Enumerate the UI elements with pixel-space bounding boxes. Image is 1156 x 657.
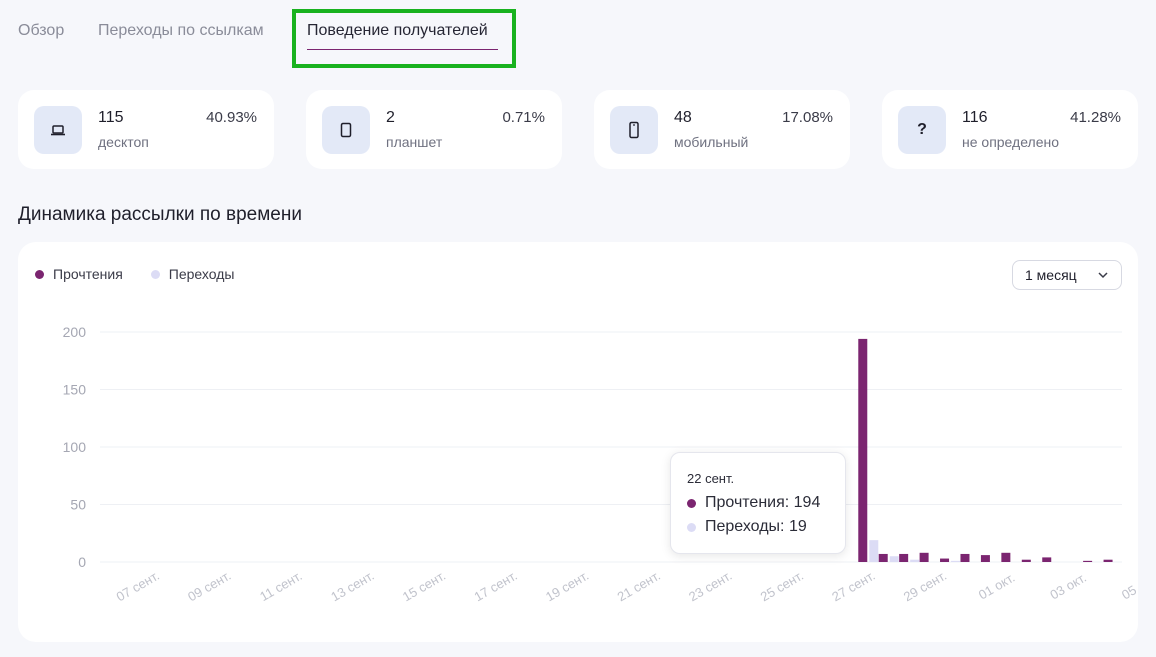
tooltip-dot-clicks <box>687 522 696 532</box>
bar-clicks[interactable] <box>889 556 899 562</box>
device-card-mobile: 48 мобильный 17.08% <box>594 90 850 169</box>
bar-opens[interactable] <box>1021 559 1031 562</box>
bar-opens[interactable] <box>980 555 990 562</box>
bar-opens[interactable] <box>1042 557 1052 562</box>
x-tick-label: 25 сент. <box>758 568 806 605</box>
x-tick-label: 23 сент. <box>686 568 734 605</box>
x-tick-label: 29 сент. <box>901 568 949 605</box>
x-tick-label: 05 окт. <box>1119 570 1138 603</box>
bar-opens[interactable] <box>1083 560 1093 562</box>
bar-opens[interactable] <box>960 553 970 562</box>
bar-opens[interactable] <box>1103 559 1113 562</box>
chart-tooltip: 22 сент. Прочтения: 194 Переходы: 19 <box>670 452 846 554</box>
chart-card: Прочтения Переходы 1 месяц 0 50 100 150 200 … <box>18 242 1138 642</box>
x-tick-label: 03 окт. <box>1047 570 1089 603</box>
tooltip-date: 22 сент. <box>687 471 735 486</box>
tab-link-clicks[interactable]: Переходы по ссылкам <box>98 22 264 40</box>
y-tick-label: 200 <box>63 324 87 340</box>
tooltip-value-clicks: Переходы: 19 <box>705 518 807 535</box>
y-tick-label: 150 <box>63 382 87 398</box>
bar-clicks[interactable] <box>951 560 961 562</box>
highlight-box <box>292 9 516 68</box>
question-icon: ? <box>898 106 946 154</box>
device-count: 48 <box>674 109 692 126</box>
device-card-tablet: 2 планшет 0.71% <box>306 90 562 169</box>
x-tick-label: 09 сент. <box>185 568 233 605</box>
device-label: мобильный <box>674 134 749 150</box>
x-tick-label: 19 сент. <box>543 568 591 605</box>
device-label: десктоп <box>98 134 149 150</box>
device-percent: 40.93% <box>206 109 257 126</box>
tooltip-dot-opens <box>687 498 696 508</box>
y-tick-label: 100 <box>63 439 87 455</box>
y-tick-label: 50 <box>70 497 86 513</box>
device-percent: 41.28% <box>1070 109 1121 126</box>
tab-overview[interactable]: Обзор <box>18 22 64 40</box>
bar-opens[interactable] <box>899 553 909 562</box>
tooltip-row-clicks: Переходы: 19 <box>687 518 845 536</box>
x-tick-label: 27 сент. <box>829 568 877 605</box>
x-tick-label: 13 сент. <box>328 568 376 605</box>
bar-opens[interactable] <box>858 338 868 562</box>
tooltip-row-opens: Прочтения: 194 <box>687 494 845 512</box>
smartphone-icon <box>610 106 658 154</box>
section-title: Динамика рассылки по времени <box>18 204 302 225</box>
device-percent: 0.71% <box>502 109 545 126</box>
laptop-icon <box>34 106 82 154</box>
tablet-icon <box>322 106 370 154</box>
bar-chart: 0 50 100 150 200 07 сент. 09 сент. 11 сент. 13 … <box>63 324 1138 605</box>
device-card-unknown: ? 116 не определено 41.28% <box>882 90 1138 169</box>
y-tick-label: 0 <box>78 554 86 570</box>
bar-opens[interactable] <box>1001 552 1011 562</box>
device-label: не определено <box>962 134 1060 150</box>
bar-clicks[interactable] <box>869 540 879 562</box>
x-tick-label: 21 сент. <box>615 568 663 605</box>
x-tick-label: 07 сент. <box>114 568 162 605</box>
device-count: 116 <box>962 109 988 126</box>
device-label: планшет <box>386 134 443 150</box>
device-percent: 17.08% <box>782 109 833 126</box>
device-card-desktop: 115 десктоп 40.93% <box>18 90 274 169</box>
bar-opens[interactable] <box>878 553 888 562</box>
tooltip-value-opens: Прочтения: 194 <box>705 494 821 511</box>
device-count: 115 <box>98 109 124 126</box>
x-tick-label: 11 сент. <box>257 568 304 604</box>
bar-opens[interactable] <box>919 552 929 562</box>
x-tick-label: 17 сент. <box>471 568 519 605</box>
x-tick-label: 01 окт. <box>976 570 1018 603</box>
x-tick-label: 15 сент. <box>400 568 448 605</box>
device-count: 2 <box>386 109 395 126</box>
bar-clicks[interactable] <box>910 559 920 562</box>
bar-opens[interactable] <box>940 558 950 562</box>
tab-bar: Обзор Переходы по ссылкам Поведение полу… <box>0 0 1156 68</box>
